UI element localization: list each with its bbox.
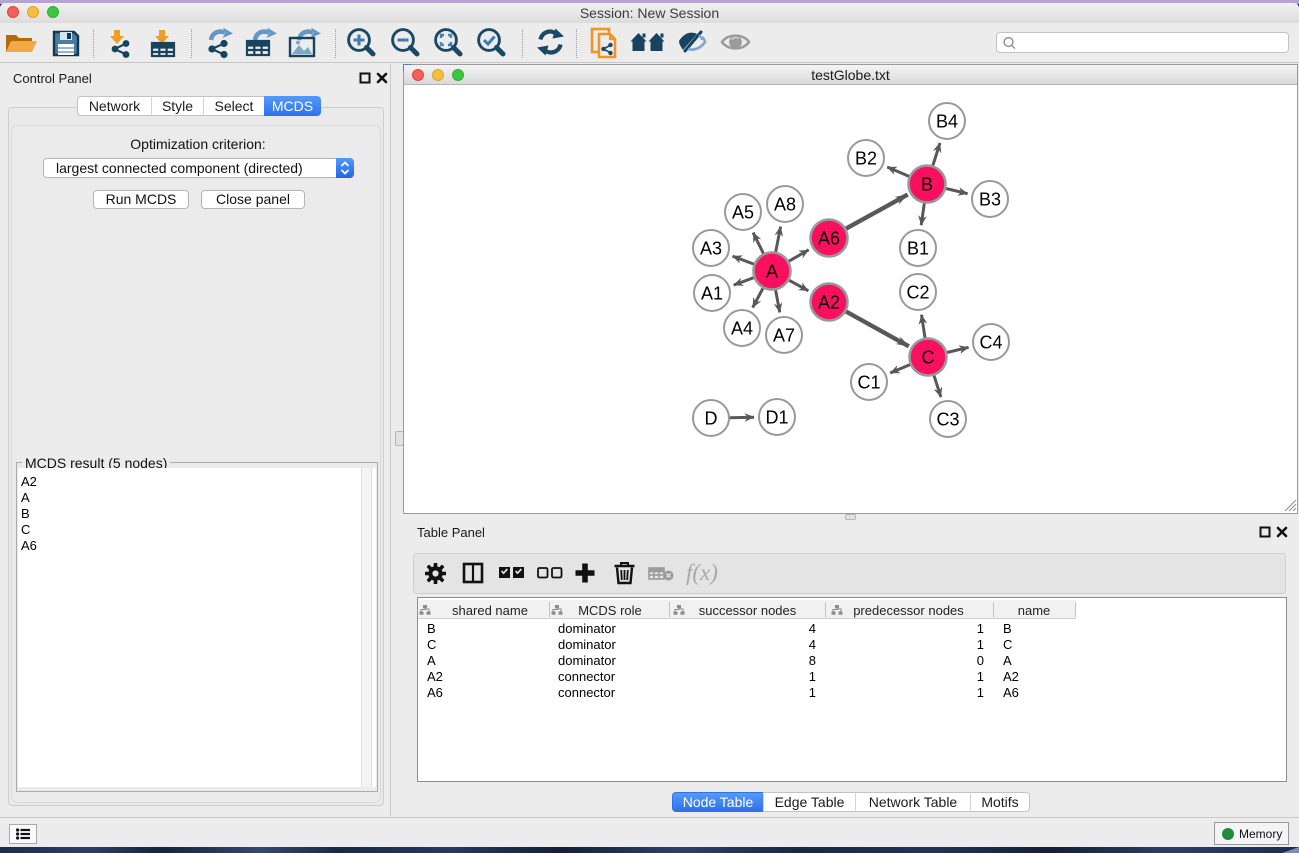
svg-text:B3: B3 xyxy=(979,190,1001,210)
svg-text:A6: A6 xyxy=(818,229,840,249)
svg-text:B4: B4 xyxy=(936,112,958,132)
svg-text:C2: C2 xyxy=(906,283,929,303)
svg-text:C: C xyxy=(922,348,935,368)
svg-text:A8: A8 xyxy=(774,195,796,215)
svg-text:C4: C4 xyxy=(979,333,1002,353)
svg-text:B1: B1 xyxy=(907,239,929,259)
svg-text:C3: C3 xyxy=(936,410,959,430)
svg-text:A2: A2 xyxy=(818,293,840,313)
svg-text:B2: B2 xyxy=(855,149,877,169)
svg-text:A3: A3 xyxy=(700,239,722,259)
svg-text:A4: A4 xyxy=(731,319,753,339)
svg-text:A1: A1 xyxy=(701,284,723,304)
svg-text:A7: A7 xyxy=(773,326,795,346)
svg-text:D: D xyxy=(705,409,718,429)
svg-text:C1: C1 xyxy=(857,373,880,393)
svg-text:B: B xyxy=(921,175,933,195)
svg-text:A5: A5 xyxy=(732,203,754,223)
svg-text:D1: D1 xyxy=(765,408,788,428)
svg-text:A: A xyxy=(766,262,778,282)
